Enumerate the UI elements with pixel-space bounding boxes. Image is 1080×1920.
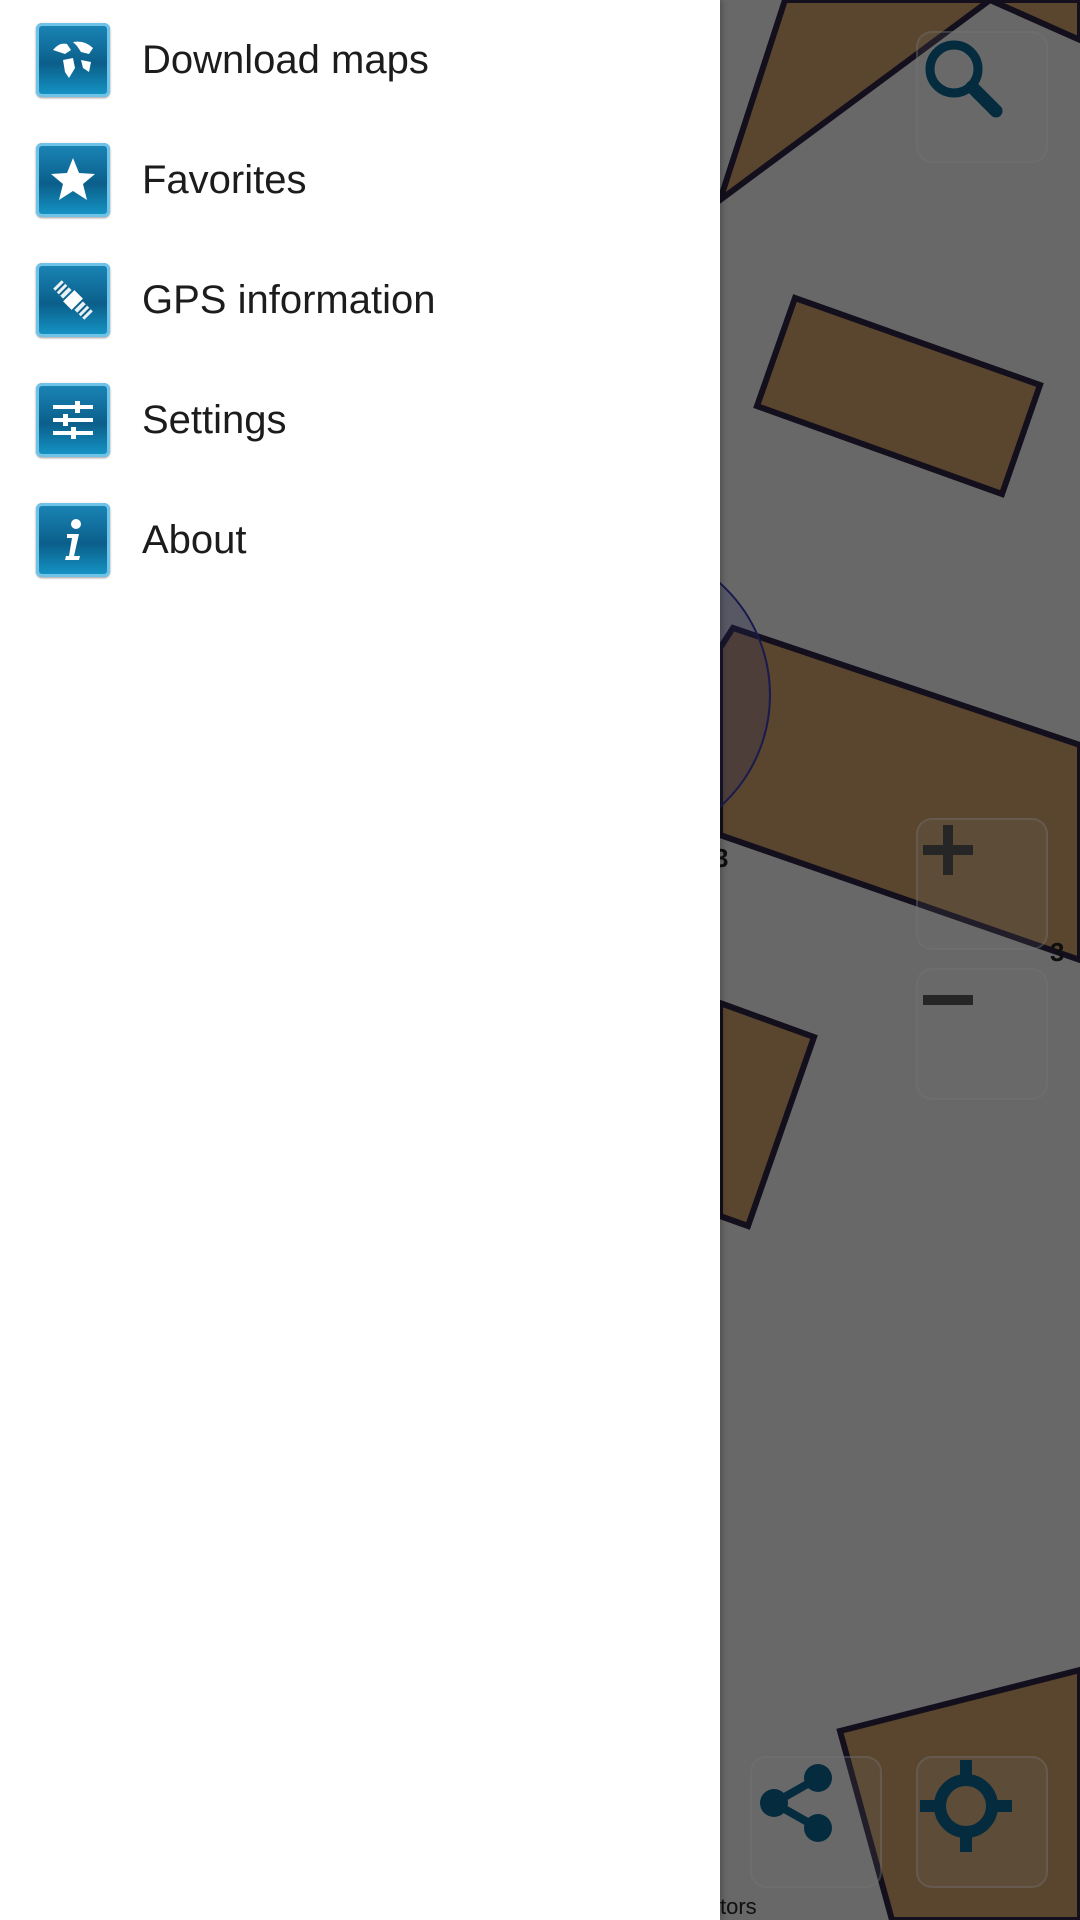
share-icon <box>760 1764 832 1842</box>
house-number-label: 3 <box>1050 937 1065 967</box>
zoom-in-button[interactable] <box>916 818 1048 950</box>
menu-item-label: Favorites <box>142 157 307 202</box>
menu-item-gps-information[interactable]: GPS information <box>0 240 720 360</box>
sliders-icon <box>36 383 110 457</box>
locate-button[interactable] <box>916 1756 1048 1888</box>
minus-icon <box>923 995 973 1005</box>
menu-item-about[interactable]: About <box>0 480 720 600</box>
info-icon <box>36 503 110 577</box>
menu-item-label: Download maps <box>142 37 429 82</box>
zoom-out-button[interactable] <box>916 968 1048 1100</box>
menu-item-label: GPS information <box>142 277 436 322</box>
star-icon <box>36 143 110 217</box>
building <box>717 998 818 1230</box>
crosshair-icon <box>920 1760 1012 1852</box>
satellite-icon <box>36 263 110 337</box>
search-icon <box>925 40 1003 118</box>
menu-item-favorites[interactable]: Favorites <box>0 120 720 240</box>
map-attribution[interactable]: tors <box>720 1894 757 1920</box>
plus-icon <box>923 825 973 875</box>
building <box>753 294 1044 498</box>
globe-map-icon <box>36 23 110 97</box>
menu-item-label: Settings <box>142 397 287 442</box>
menu-item-settings[interactable]: Settings <box>0 360 720 480</box>
navigation-drawer: Download maps Favorites GPS information … <box>0 0 720 1920</box>
share-button[interactable] <box>750 1756 882 1888</box>
menu-item-label: About <box>142 517 247 562</box>
menu-item-download-maps[interactable]: Download maps <box>0 0 720 120</box>
search-button[interactable] <box>916 31 1048 163</box>
